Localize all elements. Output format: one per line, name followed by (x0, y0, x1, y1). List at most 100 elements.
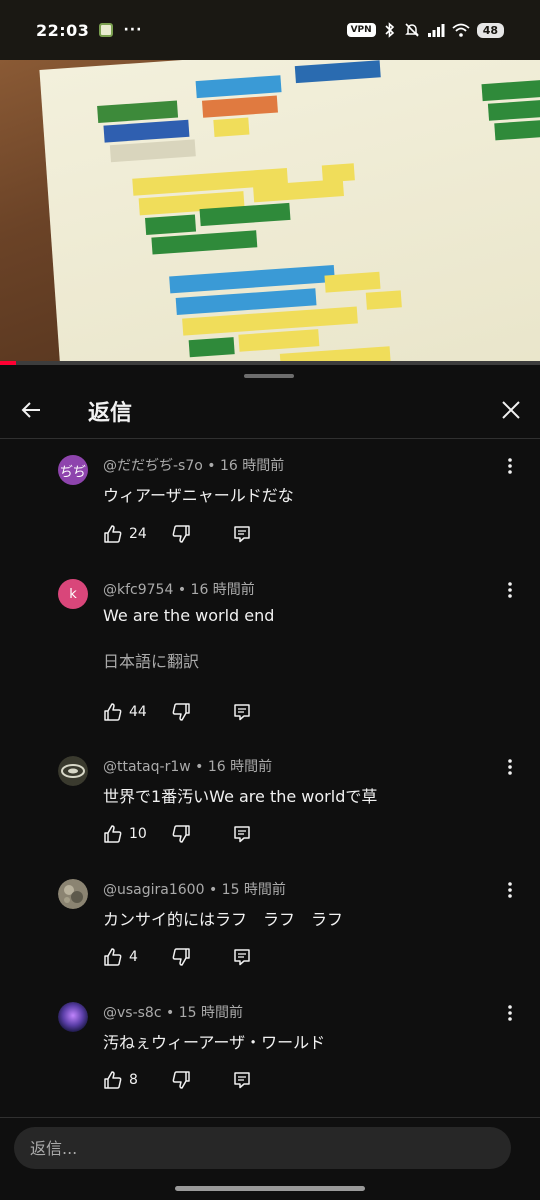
comment-meta: @kfc9754 • 16 時間前 (103, 582, 255, 598)
like-button[interactable]: 24 (103, 522, 147, 546)
comment-item: @ttataq-r1w • 16 時間前 世界で1番汚いWe are the w… (0, 756, 540, 856)
comment-author[interactable]: @kfc9754 (103, 582, 173, 598)
thumb-up-icon (104, 703, 122, 721)
thumb-up-icon (104, 1071, 122, 1089)
like-button[interactable]: 10 (103, 822, 147, 846)
comment-reply-icon (234, 526, 250, 543)
comment-meta: @だだぢぢ-s7o • 16 時間前 (103, 458, 285, 474)
thumb-down-icon (172, 525, 190, 543)
comment-age: 15 時間前 (178, 1005, 243, 1021)
comment-meta: @vs-s8c • 15 時間前 (103, 1005, 243, 1021)
reply-button[interactable] (233, 700, 251, 724)
more-vert-icon (508, 582, 512, 598)
back-button[interactable] (14, 393, 48, 427)
comment-actions: 10 (103, 822, 303, 846)
comment-text: 汚ねぇウィーアーザ・ワールド (103, 1033, 326, 1052)
avatar[interactable] (58, 1002, 88, 1032)
reply-box[interactable] (14, 1127, 511, 1169)
thumb-down-icon (172, 703, 190, 721)
like-button[interactable]: 8 (103, 1068, 138, 1092)
status-time: 22:03 (36, 20, 90, 40)
more-notifications-icon: ··· (123, 22, 143, 38)
comment-reply-icon (234, 949, 250, 966)
reply-button[interactable] (233, 1068, 251, 1092)
dislike-button[interactable] (171, 522, 191, 546)
comment-text: ウィアーザニャールドだな (103, 486, 294, 505)
avatar-image (58, 879, 88, 909)
more-options-button[interactable] (500, 455, 520, 477)
like-count: 4 (129, 949, 138, 965)
comment-age: 16 時間前 (220, 458, 285, 474)
more-options-button[interactable] (500, 579, 520, 601)
wifi-icon (452, 23, 470, 37)
comment-item: k @kfc9754 • 16 時間前 We are the world end… (0, 579, 540, 729)
comment-actions: 8 (103, 1068, 303, 1092)
mute-bell-icon (404, 23, 419, 37)
comment-meta: @usagira1600 • 15 時間前 (103, 882, 286, 898)
comment-author[interactable]: @usagira1600 (103, 882, 205, 898)
divider (0, 1117, 540, 1118)
video-player[interactable] (0, 60, 540, 365)
thumb-up-icon (104, 948, 122, 966)
comment-item: @usagira1600 • 15 時間前 カンサイ的にはラフ ラフ ラフ 4 (0, 879, 540, 979)
app-notification-icon (99, 23, 114, 37)
comment-meta: @ttataq-r1w • 16 時間前 (103, 759, 273, 775)
like-count: 44 (129, 704, 147, 720)
thumb-up-icon (104, 825, 122, 843)
drag-handle[interactable] (244, 374, 294, 378)
comment-age: 16 時間前 (207, 759, 273, 775)
thumb-down-icon (172, 1071, 190, 1089)
avatar[interactable] (58, 879, 88, 909)
dislike-button[interactable] (171, 945, 191, 969)
vpn-icon: VPN (346, 23, 376, 37)
more-vert-icon (508, 1005, 512, 1021)
translate-link[interactable]: 日本語に翻訳 (103, 648, 199, 672)
thumb-up-icon (104, 525, 122, 543)
avatar[interactable]: ぢぢ (58, 455, 88, 485)
battery-icon: 48 (476, 22, 504, 38)
more-options-button[interactable] (500, 879, 520, 901)
like-count: 8 (129, 1072, 138, 1088)
reply-button[interactable] (233, 822, 251, 846)
more-options-button[interactable] (500, 756, 520, 778)
reply-input[interactable] (30, 1138, 495, 1158)
avatar[interactable]: k (58, 579, 88, 609)
replies-header: 返信 (0, 383, 540, 439)
close-button[interactable] (494, 393, 528, 427)
arrow-left-icon (21, 402, 40, 418)
like-count: 24 (129, 526, 147, 542)
more-vert-icon (508, 882, 512, 898)
avatar-image (58, 756, 88, 786)
more-options-button[interactable] (500, 1002, 520, 1024)
signal-icon (427, 24, 445, 37)
comment-reply-icon (234, 826, 250, 843)
dislike-button[interactable] (171, 700, 191, 724)
comment-author[interactable]: @vs-s8c (103, 1005, 162, 1021)
reply-button[interactable] (233, 945, 251, 969)
replies-sheet: 返信 ぢぢ @だだぢぢ-s7o • 16 時間前 ウィアーザニャールドだな 24… (0, 365, 540, 1200)
dislike-button[interactable] (171, 1068, 191, 1092)
comment-age: 16 時間前 (190, 582, 255, 598)
comment-item: @vs-s8c • 15 時間前 汚ねぇウィーアーザ・ワールド 8 (0, 1002, 540, 1102)
status-bar: 22:03 ··· VPN 48 (0, 0, 540, 60)
comment-item: ぢぢ @だだぢぢ-s7o • 16 時間前 ウィアーザニャールドだな 24 (0, 455, 540, 555)
comment-age: 15 時間前 (221, 882, 286, 898)
comment-text: 世界で1番汚いWe are the worldで草 (103, 787, 378, 806)
avatar[interactable] (58, 756, 88, 786)
comment-author[interactable]: @だだぢぢ-s7o (103, 458, 203, 474)
more-vert-icon (508, 759, 512, 775)
dislike-button[interactable] (171, 822, 191, 846)
comment-reply-icon (234, 704, 250, 721)
reply-button[interactable] (233, 522, 251, 546)
like-button[interactable]: 44 (103, 700, 147, 724)
like-button[interactable]: 4 (103, 945, 138, 969)
comment-actions: 24 (103, 522, 303, 546)
more-vert-icon (508, 458, 512, 474)
video-frame-image (39, 60, 540, 365)
comment-text: カンサイ的にはラフ ラフ ラフ (103, 910, 344, 929)
home-indicator[interactable] (175, 1186, 365, 1191)
like-count: 10 (129, 826, 147, 842)
comment-author[interactable]: @ttataq-r1w (103, 759, 191, 775)
comment-reply-icon (234, 1072, 250, 1089)
thumb-down-icon (172, 825, 190, 843)
